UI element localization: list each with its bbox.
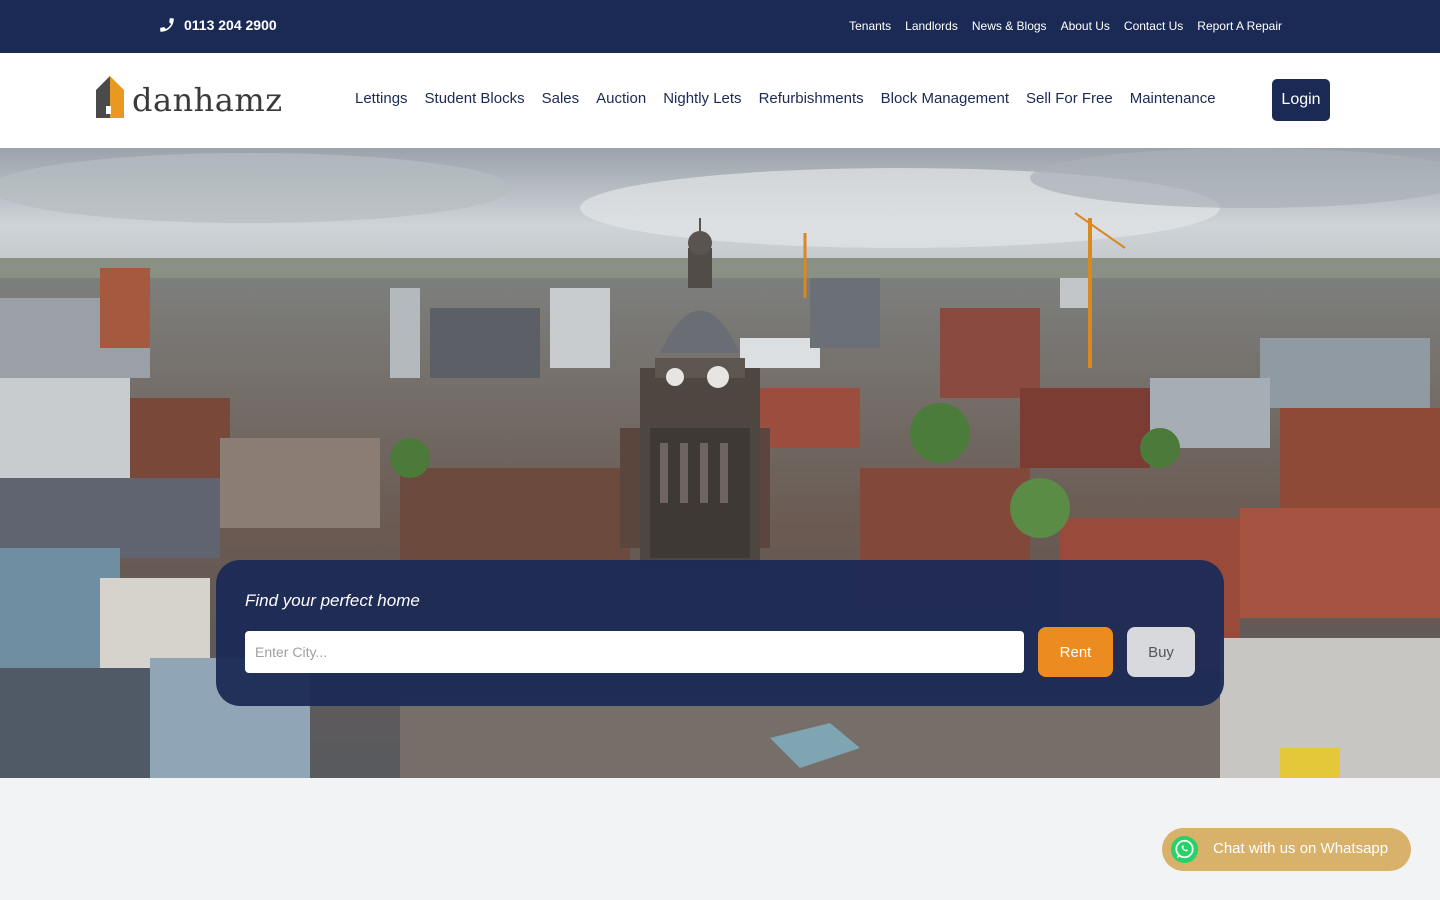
top-link-news-blogs[interactable]: News & Blogs <box>972 19 1047 33</box>
top-link-contact-us[interactable]: Contact Us <box>1124 19 1183 33</box>
main-header: danhamz Lettings Student Blocks Sales Au… <box>0 53 1440 148</box>
city-search-input[interactable] <box>245 631 1024 673</box>
nav-sales[interactable]: Sales <box>542 90 580 107</box>
phone-icon <box>160 18 174 32</box>
login-button[interactable]: Login <box>1272 79 1330 121</box>
nav-sell-for-free[interactable]: Sell For Free <box>1026 90 1113 107</box>
whatsapp-chat-label: Chat with us on Whatsapp <box>1213 840 1389 857</box>
search-title: Find your perfect home <box>245 591 420 610</box>
logo[interactable]: danhamz <box>96 76 283 118</box>
top-link-report-repair[interactable]: Report A Repair <box>1197 19 1282 33</box>
whatsapp-chat-button[interactable]: Chat with us on Whatsapp <box>1162 828 1411 871</box>
top-link-landlords[interactable]: Landlords <box>905 19 958 33</box>
whatsapp-icon <box>1170 835 1199 864</box>
nav-student-blocks[interactable]: Student Blocks <box>425 90 525 107</box>
phone-link[interactable]: 0113 204 2900 <box>158 16 277 34</box>
main-nav: Lettings Student Blocks Sales Auction Ni… <box>355 90 1216 107</box>
nav-refurbishments[interactable]: Refurbishments <box>759 90 864 107</box>
top-links: Tenants Landlords News & Blogs About Us … <box>849 19 1282 33</box>
nav-maintenance[interactable]: Maintenance <box>1130 90 1216 107</box>
nav-block-management[interactable]: Block Management <box>881 90 1009 107</box>
nav-lettings[interactable]: Lettings <box>355 90 408 107</box>
property-search-panel: Find your perfect home Rent Buy <box>216 560 1224 706</box>
nav-nightly-lets[interactable]: Nightly Lets <box>663 90 741 107</box>
top-bar: 0113 204 2900 Tenants Landlords News & B… <box>0 0 1440 53</box>
buy-button[interactable]: Buy <box>1127 627 1195 677</box>
top-link-tenants[interactable]: Tenants <box>849 19 891 33</box>
hero-section: Find your perfect home Rent Buy <box>0 148 1440 778</box>
rent-button[interactable]: Rent <box>1038 627 1113 677</box>
logo-text: danhamz <box>132 81 283 119</box>
nav-auction[interactable]: Auction <box>596 90 646 107</box>
house-logo-icon <box>96 76 124 118</box>
phone-number: 0113 204 2900 <box>184 17 277 33</box>
top-link-about-us[interactable]: About Us <box>1061 19 1110 33</box>
